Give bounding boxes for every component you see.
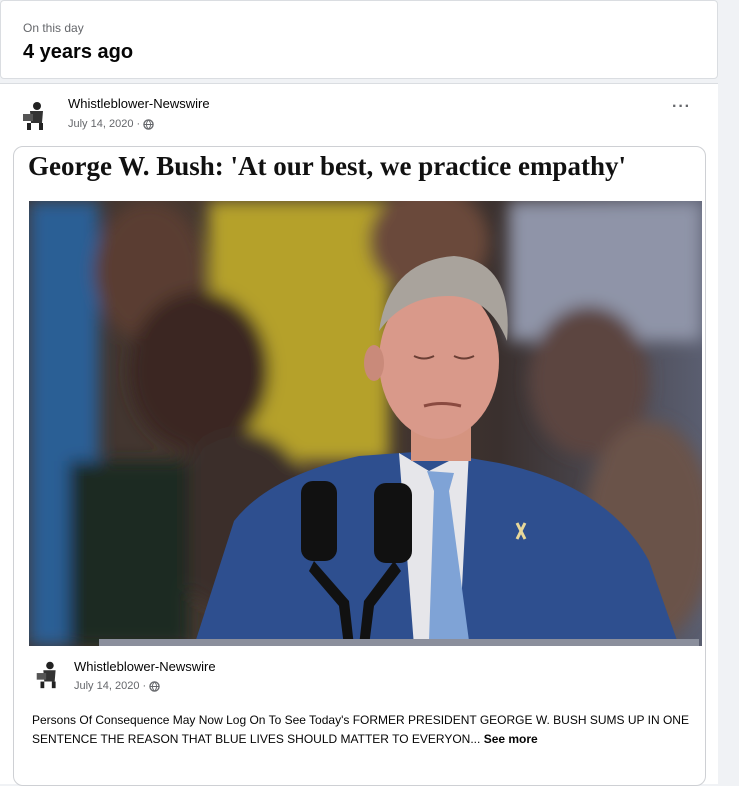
see-more-link[interactable]: See more	[484, 732, 538, 746]
memory-title: 4 years ago	[23, 41, 134, 63]
memory-kicker: On this day	[23, 21, 84, 35]
globe-icon	[143, 118, 154, 130]
newsboy-logo-icon	[18, 97, 54, 133]
post-date[interactable]: July 14, 2020 ·	[68, 118, 140, 130]
globe-icon	[149, 680, 160, 692]
photo-illustration	[29, 201, 702, 646]
inner-avatar[interactable]	[32, 657, 66, 691]
shared-headline: George W. Bush: 'At our best, we practic…	[28, 151, 626, 181]
memory-header: On this day 4 years ago	[0, 0, 718, 79]
shared-meta: July 14, 2020 ·	[74, 680, 160, 692]
shared-author-row: Whistleblower-Newswire July 14, 2020 ·	[14, 657, 705, 717]
shared-caption: Persons Of Consequence May Now Log On To…	[32, 711, 692, 749]
shared-date[interactable]: July 14, 2020 ·	[74, 680, 146, 692]
more-options-button[interactable]: ···	[672, 98, 691, 116]
speaker-at-podium-photo[interactable]	[29, 201, 702, 646]
shared-author[interactable]: Whistleblower-Newswire	[74, 659, 216, 674]
shared-post[interactable]: George W. Bush: 'At our best, we practic…	[13, 146, 706, 786]
post-author[interactable]: Whistleblower-Newswire	[68, 96, 210, 111]
newsboy-logo-icon	[32, 657, 66, 691]
avatar[interactable]	[18, 97, 54, 133]
post-meta: July 14, 2020 ·	[68, 118, 154, 130]
post-card: Whistleblower-Newswire July 14, 2020 · ·…	[0, 83, 718, 786]
caption-text: Persons Of Consequence May Now Log On To…	[32, 713, 689, 746]
